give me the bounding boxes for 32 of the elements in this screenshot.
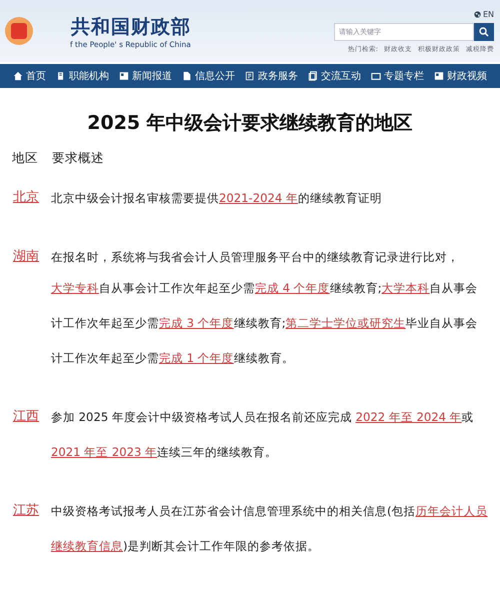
home-icon: [13, 70, 23, 82]
requirement-text: 参加 2025 年度会计中级资格考试人员在报名前还应完成 2022 年至 2024 年或 2021 年至 2023 年连续三年的继续教育。: [51, 409, 475, 461]
nav-item[interactable]: 财政视频: [434, 69, 487, 83]
nav-item[interactable]: 职能机构: [56, 69, 109, 83]
region-name: 江苏: [13, 502, 39, 520]
region-name: 北京: [13, 189, 39, 207]
requirement-text: 中级资格考试报考人员在江苏省会计信息管理系统中的相关信息(包括历年会计人员继续教育信息)是判断其会计工作年限的参考依据。: [51, 503, 488, 555]
requirement-text: 大学专科自从事会计工作次年起至少需完成 4 个年度继续教育;大学本科自从事会计工作次年起至少需完成 3 个年度继续教育;第二学士学位或研究生毕业自从事会计工作次年起至少需完成 1 个年度继续教育。: [51, 280, 479, 367]
nav-item[interactable]: 首页: [13, 69, 46, 83]
emblem-icon: [4, 14, 34, 48]
globe-icon: [474, 11, 481, 18]
article-title: 2025 年中级会计要求继续教育的地区: [86, 111, 414, 136]
nav-item[interactable]: 交流互动: [308, 69, 361, 83]
copy-icon: [308, 70, 318, 82]
search-icon: [479, 27, 489, 37]
requirement-text: 在报名时，系统将与我省会计人员管理服务平台中的继续教育记录进行比对，: [51, 249, 460, 266]
list-icon: [245, 70, 255, 82]
column-heading: 地区: [12, 150, 38, 167]
region-name: 江西: [13, 408, 39, 426]
newspaper-icon: [434, 70, 444, 82]
search-button[interactable]: [474, 23, 494, 41]
nav-item[interactable]: 政务服务: [245, 69, 298, 83]
column-heading: 要求概述: [52, 150, 104, 167]
language-link[interactable]: EN: [482, 10, 494, 19]
site-name: 共和国财政部: [70, 14, 191, 40]
requirement-text: 北京中级会计报名审核需要提供2021-2024 年的继续教育证明: [51, 190, 382, 207]
nav-item[interactable]: 专题专栏: [371, 69, 424, 83]
document-icon: [182, 70, 192, 82]
nav-item[interactable]: 信息公开: [182, 69, 235, 83]
newspaper-icon: [119, 70, 129, 82]
region-name: 湖南: [13, 248, 39, 266]
nav-item[interactable]: 新闻报道: [119, 69, 172, 83]
